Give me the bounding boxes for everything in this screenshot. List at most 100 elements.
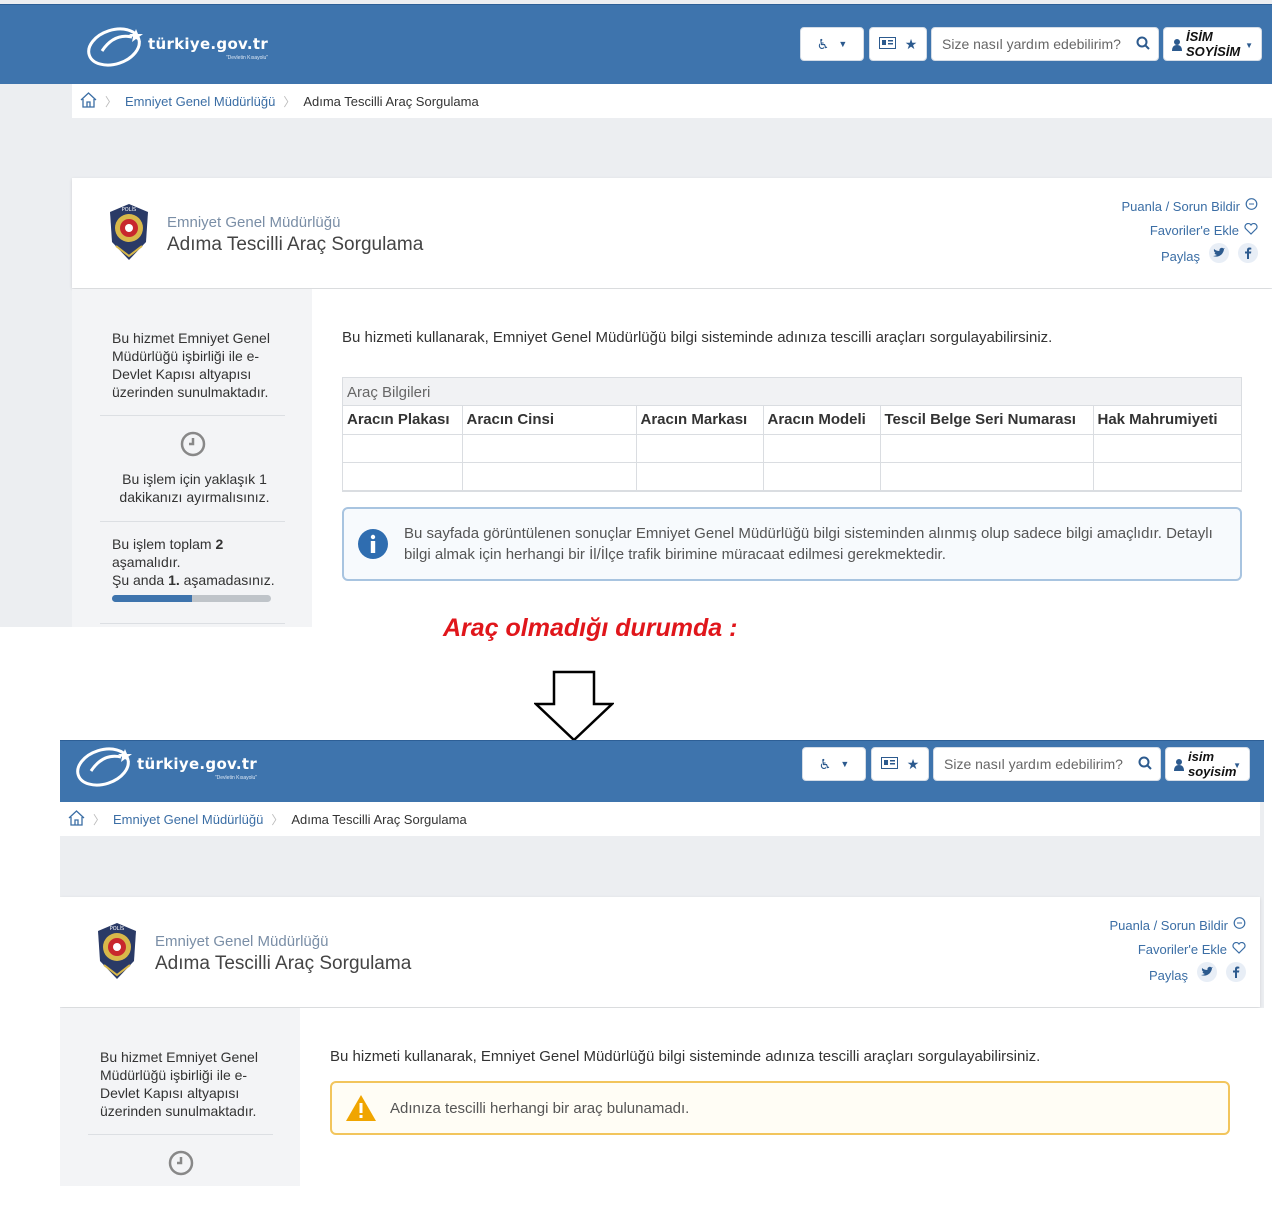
annotation-note: Araç olmadığı durumda : bbox=[443, 614, 738, 642]
turkiye-gov-logo[interactable]: türkiye.gov.tr "Devletin Kısayolu" bbox=[86, 21, 268, 67]
share-label: Paylaş bbox=[1148, 968, 1188, 983]
rate-report-link[interactable]: Puanla / Sorun Bildir bbox=[1109, 914, 1246, 938]
step-progress-bar bbox=[112, 595, 271, 602]
home-icon[interactable] bbox=[68, 809, 85, 829]
rate-label: Puanla / Sorun Bildir bbox=[1121, 199, 1240, 214]
chevron-down-icon: ▼ bbox=[840, 759, 850, 769]
wheelchair-icon: ♿ bbox=[818, 755, 832, 772]
clock-icon bbox=[180, 431, 206, 462]
logo-swoosh-icon bbox=[75, 741, 133, 787]
table-row bbox=[343, 434, 1241, 463]
logo-slogan: "Devletin Kısayolu" bbox=[214, 774, 258, 781]
steps-text: Bu işlem toplam 2 aşamalıdır. Şu anda 1.… bbox=[112, 535, 282, 589]
favorite-link[interactable]: Favoriler'e Ekle bbox=[1121, 219, 1258, 243]
column-header: Tescil Belge Seri Numarası bbox=[880, 406, 1094, 435]
twitter-icon[interactable] bbox=[1197, 962, 1217, 990]
twitter-icon[interactable] bbox=[1209, 243, 1229, 271]
service-header: POLİS Emniyet Genel Müdürlüğü Adıma Tesc… bbox=[60, 897, 1260, 1007]
home-icon[interactable] bbox=[80, 91, 97, 111]
chevron-down-icon: ▼ bbox=[838, 39, 848, 49]
logo-slogan: "Devletin Kısayolu" bbox=[225, 54, 269, 61]
column-header: Aracın Modeli bbox=[763, 406, 881, 435]
facebook-icon[interactable] bbox=[1238, 243, 1258, 271]
svg-text:POLİS: POLİS bbox=[110, 925, 124, 932]
breadcrumb-separator: 〉 bbox=[105, 94, 118, 109]
search-icon[interactable] bbox=[1136, 36, 1150, 55]
rate-label: Puanla / Sorun Bildir bbox=[1109, 918, 1228, 933]
sidebar: Bu hizmet Emniyet Genel Müdürlüğü işbirl… bbox=[60, 1008, 300, 1186]
divider bbox=[100, 623, 285, 624]
intro-text: Bu hizmeti kullanarak, Emniyet Genel Müd… bbox=[330, 1048, 1041, 1065]
step-progress-fill bbox=[112, 595, 192, 602]
chevron-down-icon: ▼ bbox=[1233, 761, 1241, 770]
logo-text: türkiye.gov.tr bbox=[137, 754, 258, 773]
steps-pre: Bu işlem toplam bbox=[112, 536, 212, 552]
breadcrumb-separator: 〉 bbox=[271, 812, 284, 827]
divider bbox=[100, 521, 285, 522]
top-navbar: türkiye.gov.tr "Devletin Kısayolu" ♿ ▼ ★… bbox=[60, 740, 1264, 802]
id-card-icon[interactable] bbox=[880, 756, 898, 772]
shortcut-buttons[interactable]: ★ bbox=[869, 27, 927, 61]
header-actions: Puanla / Sorun Bildir Favoriler'e Ekle P… bbox=[1109, 914, 1246, 990]
top-navbar: türkiye.gov.tr "Devletin Kısayolu" ♿ ▼ ★… bbox=[0, 4, 1272, 84]
main-content: Bu hizmeti kullanarak, Emniyet Genel Müd… bbox=[300, 1008, 1264, 1186]
breadcrumb-org-link[interactable]: Emniyet Genel Müdürlüğü bbox=[125, 94, 275, 109]
breadcrumb-separator: 〉 bbox=[283, 94, 296, 109]
star-icon[interactable]: ★ bbox=[907, 756, 920, 773]
logo-text: türkiye.gov.tr bbox=[148, 34, 269, 53]
steps-mid: aşamalıdır. bbox=[112, 554, 181, 570]
user-first-name: İSİM bbox=[1186, 29, 1213, 44]
search-input[interactable] bbox=[932, 28, 1158, 60]
breadcrumb-current: Adıma Tescilli Araç Sorgulama bbox=[303, 93, 479, 109]
id-card-icon[interactable] bbox=[878, 36, 896, 52]
intro-text: Bu hizmeti kullanarak, Emniyet Genel Müd… bbox=[342, 329, 1053, 346]
rate-report-link[interactable]: Puanla / Sorun Bildir bbox=[1121, 195, 1258, 219]
speech-bubble-icon bbox=[1245, 195, 1258, 219]
arrow-down-icon bbox=[532, 670, 616, 747]
shortcut-buttons[interactable]: ★ bbox=[871, 747, 929, 781]
share-row: Paylaş bbox=[1121, 243, 1258, 271]
police-badge-icon: POLİS bbox=[106, 202, 152, 267]
user-menu[interactable]: İSİM SOYİSİM ▼ bbox=[1163, 27, 1262, 61]
info-alert: Bu sayfada görüntülenen sonuçlar Emniyet… bbox=[342, 507, 1242, 581]
favorite-label: Favoriler'e Ekle bbox=[1137, 942, 1227, 957]
screenshot-with-vehicle: türkiye.gov.tr "Devletin Kısayolu" ♿ ▼ ★… bbox=[0, 0, 1272, 627]
header-actions: Puanla / Sorun Bildir Favoriler'e Ekle P… bbox=[1121, 195, 1258, 271]
user-last-name: soyisim bbox=[1188, 764, 1237, 779]
column-header: Aracın Markası bbox=[636, 406, 764, 435]
vehicle-table: Araç Bilgileri Aracın Plakası Aracın Cin… bbox=[342, 377, 1242, 492]
info-icon bbox=[358, 529, 388, 564]
police-badge-icon: POLİS bbox=[94, 921, 140, 986]
facebook-icon[interactable] bbox=[1226, 962, 1246, 990]
search-box[interactable] bbox=[933, 747, 1161, 781]
breadcrumb: 〉 Emniyet Genel Müdürlüğü 〉 Adıma Tescil… bbox=[60, 802, 1260, 836]
search-input[interactable] bbox=[934, 748, 1160, 780]
search-box[interactable] bbox=[931, 27, 1159, 61]
column-header: Aracın Plakası bbox=[343, 406, 463, 435]
main-content: Bu hizmeti kullanarak, Emniyet Genel Müd… bbox=[312, 289, 1272, 627]
logo-swoosh-icon bbox=[86, 21, 144, 67]
search-icon[interactable] bbox=[1138, 756, 1152, 775]
accessibility-menu[interactable]: ♿ ▼ bbox=[800, 27, 864, 61]
clock-icon bbox=[168, 1150, 194, 1181]
share-row: Paylaş bbox=[1109, 962, 1246, 990]
wheelchair-icon: ♿ bbox=[816, 35, 830, 52]
divider bbox=[88, 1134, 273, 1135]
service-title: Adıma Tescilli Araç Sorgulama bbox=[167, 234, 424, 255]
screenshot-no-vehicle: türkiye.gov.tr "Devletin Kısayolu" ♿ ▼ ★… bbox=[60, 740, 1264, 1186]
steps-total: 2 bbox=[215, 536, 224, 552]
breadcrumb-current: Adıma Tescilli Araç Sorgulama bbox=[291, 811, 467, 827]
service-org: Emniyet Genel Müdürlüğü bbox=[167, 214, 341, 231]
service-header: POLİS Emniyet Genel Müdürlüğü Adıma Tesc… bbox=[72, 178, 1272, 288]
warning-alert: Adınıza tescilli herhangi bir araç bulun… bbox=[330, 1081, 1230, 1135]
share-label: Paylaş bbox=[1160, 249, 1200, 264]
breadcrumb: 〉 Emniyet Genel Müdürlüğü 〉 Adıma Tescil… bbox=[72, 84, 1272, 118]
user-menu[interactable]: isim soyisim ▼ bbox=[1165, 747, 1250, 781]
turkiye-gov-logo[interactable]: türkiye.gov.tr "Devletin Kısayolu" bbox=[75, 741, 257, 787]
svg-text:POLİS: POLİS bbox=[122, 206, 136, 213]
breadcrumb-org-link[interactable]: Emniyet Genel Müdürlüğü bbox=[113, 812, 263, 827]
user-icon bbox=[1172, 38, 1182, 56]
accessibility-menu[interactable]: ♿ ▼ bbox=[802, 747, 866, 781]
star-icon[interactable]: ★ bbox=[905, 36, 918, 53]
favorite-link[interactable]: Favoriler'e Ekle bbox=[1109, 938, 1246, 962]
